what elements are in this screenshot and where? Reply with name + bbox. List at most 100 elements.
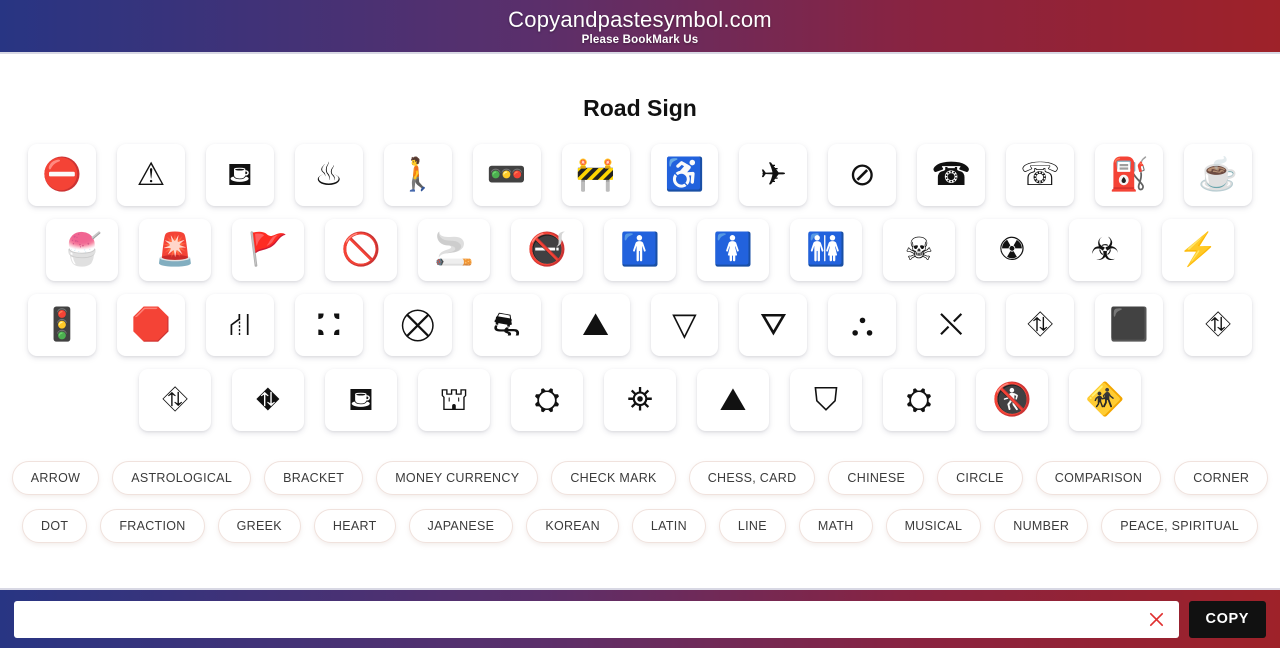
symbol-glyph: 🛑 — [131, 306, 171, 342]
symbol-glyph: ⛗ — [1027, 306, 1053, 342]
symbol-tile[interactable]: ⛭ — [511, 369, 583, 431]
symbol-tile[interactable]: ⛫ — [418, 369, 490, 431]
category-chip-dot[interactable]: DOT — [22, 509, 88, 543]
symbol-tile[interactable]: 🍧 — [46, 219, 118, 281]
symbol-tile[interactable]: 🚩 — [232, 219, 304, 281]
symbol-tile[interactable]: ⛉ — [790, 369, 862, 431]
symbol-tile[interactable]: ⛌ — [917, 294, 986, 356]
category-chip-number[interactable]: NUMBER — [994, 509, 1089, 543]
category-chip-korean[interactable]: KOREAN — [526, 509, 619, 543]
symbol-glyph: ☎ — [931, 156, 972, 192]
symbol-tile[interactable]: ⊘ — [828, 144, 897, 206]
symbol-tile[interactable]: ♿ — [650, 144, 719, 206]
symbol-glyph: ⛒ — [401, 306, 435, 342]
symbol-glyph: ⛌ — [939, 306, 964, 342]
symbol-glyph: 🚧 — [575, 156, 616, 192]
category-chip-musical[interactable]: MUSICAL — [885, 509, 982, 543]
symbol-tile[interactable]: 🚷 — [976, 369, 1048, 431]
symbol-tile[interactable]: ⛰ — [561, 294, 630, 356]
symbol-glyph: 🚷 — [992, 381, 1032, 417]
category-chip-latin[interactable]: LATIN — [631, 509, 706, 543]
category-chip-circle[interactable]: CIRCLE — [937, 461, 1023, 495]
symbol-tile[interactable]: ⛖ — [232, 369, 304, 431]
category-chip-chinese[interactable]: CHINESE — [828, 461, 925, 495]
symbol-tile[interactable]: ☎ — [917, 144, 986, 206]
symbol-tile[interactable]: 🚧 — [561, 144, 630, 206]
symbol-tile[interactable]: ☏ — [1006, 144, 1075, 206]
category-chip-heart[interactable]: HEART — [313, 509, 396, 543]
bookmark-notice: Please BookMark Us — [581, 33, 699, 46]
symbol-tile[interactable]: ☕ — [1184, 144, 1252, 206]
symbol-glyph: ⛖ — [255, 381, 281, 417]
category-chip-line[interactable]: LINE — [718, 509, 786, 543]
symbol-tile[interactable]: 🚫 — [325, 219, 397, 281]
symbol-tile[interactable]: ⬛ — [1095, 294, 1164, 356]
category-chip-money-currency[interactable]: MONEY CURRENCY — [376, 461, 539, 495]
symbol-tile[interactable]: ☢ — [976, 219, 1048, 281]
symbol-tile[interactable]: 🚦 — [28, 294, 96, 356]
symbol-tile[interactable]: ⚡ — [1162, 219, 1234, 281]
symbol-tile[interactable]: 🚥 — [472, 144, 541, 206]
symbol-tile[interactable]: 🚶 — [383, 144, 452, 206]
category-chip-japanese[interactable]: JAPANESE — [408, 509, 514, 543]
symbol-glyph: ⛯ — [627, 381, 653, 417]
category-chip-bracket[interactable]: BRACKET — [264, 461, 364, 495]
symbol-tile[interactable]: ⚠ — [116, 144, 185, 206]
category-chip-check-mark[interactable]: CHECK MARK — [551, 461, 676, 495]
symbol-tile[interactable]: ⛽ — [1095, 144, 1164, 206]
symbol-tile[interactable]: ▽ — [650, 294, 719, 356]
category-chip-comparison[interactable]: COMPARISON — [1035, 461, 1162, 495]
category-chip-chess-card[interactable]: CHESS, CARD — [688, 461, 816, 495]
symbol-tile[interactable]: ✈ — [739, 144, 808, 206]
category-row: DOT FRACTION GREEK HEART JAPANESE KOREAN… — [22, 509, 1258, 543]
category-chip-arrow[interactable]: ARROW — [11, 461, 100, 495]
symbol-glyph: ⛭ — [906, 381, 932, 417]
symbol-glyph: ⛙ — [228, 306, 252, 342]
category-chip-peace-spiritual[interactable]: PEACE, SPIRITUAL — [1101, 509, 1258, 543]
symbol-glyph: ⛚ — [317, 306, 341, 342]
symbol-tile[interactable]: ⛙ — [205, 294, 274, 356]
symbol-glyph: ⛗ — [1205, 306, 1231, 342]
category-chip-astrological[interactable]: ASTROLOGICAL — [112, 461, 252, 495]
symbol-tile[interactable]: ☠ — [883, 219, 955, 281]
symbol-tile[interactable]: ⛗ — [139, 369, 211, 431]
symbol-tile[interactable]: 🚨 — [139, 219, 211, 281]
symbol-tile[interactable]: ♨ — [294, 144, 363, 206]
symbol-tile[interactable]: ⛬ — [828, 294, 897, 356]
symbol-tile[interactable]: ⛔ — [28, 144, 96, 206]
symbol-tile[interactable]: ⛒ — [383, 294, 452, 356]
symbol-tile[interactable]: 🚻 — [790, 219, 862, 281]
close-icon[interactable] — [1147, 609, 1167, 629]
symbol-tile[interactable]: 🚬 — [418, 219, 490, 281]
symbol-glyph: 🚺 — [713, 231, 753, 267]
copy-button[interactable]: COPY — [1188, 600, 1266, 638]
symbol-tile[interactable]: ⛾ — [325, 369, 397, 431]
site-title: Copyandpastesymbol.com — [508, 6, 772, 32]
symbol-tile[interactable]: ⛚ — [294, 294, 363, 356]
symbol-tile[interactable]: ⛭ — [883, 369, 955, 431]
category-chip-math[interactable]: MATH — [798, 509, 873, 543]
category-chip-fraction[interactable]: FRACTION — [100, 509, 205, 543]
symbol-glyph: ✈ — [759, 156, 787, 192]
symbol-tile[interactable]: 🚸 — [1069, 369, 1141, 431]
symbol-tile[interactable]: 🛑 — [116, 294, 185, 356]
copy-input[interactable] — [14, 600, 1179, 638]
category-list: ARROW ASTROLOGICAL BRACKET MONEY CURRENC… — [0, 461, 1280, 543]
symbol-glyph: ⊘ — [848, 156, 876, 192]
symbol-tile[interactable]: ⛗ — [1184, 294, 1252, 356]
symbol-tile[interactable]: 🚺 — [697, 219, 769, 281]
symbol-tile[interactable]: ⛛ — [739, 294, 808, 356]
symbol-tile[interactable]: ⛾ — [205, 144, 274, 206]
category-chip-greek[interactable]: GREEK — [217, 509, 301, 543]
category-chip-corner[interactable]: CORNER — [1174, 461, 1269, 495]
symbol-glyph: ☕ — [1198, 156, 1238, 192]
symbol-grid: ⛔ ⚠ ⛾ ♨ 🚶 🚥 🚧 ♿ ✈ ⊘ ☎ ☏ ⛽ ☕ 🍧 🚨 🚩 🚫 🚬 🚭 … — [0, 144, 1280, 431]
symbol-tile[interactable]: ⛯ — [604, 369, 676, 431]
symbol-tile[interactable]: 🚹 — [604, 219, 676, 281]
symbol-tile[interactable]: ⛐ — [472, 294, 541, 356]
symbol-glyph: ⛰ — [719, 381, 747, 417]
symbol-tile[interactable]: ⛗ — [1006, 294, 1075, 356]
symbol-tile[interactable]: 🚭 — [511, 219, 583, 281]
symbol-tile[interactable]: ⛰ — [697, 369, 769, 431]
symbol-tile[interactable]: ☣ — [1069, 219, 1141, 281]
